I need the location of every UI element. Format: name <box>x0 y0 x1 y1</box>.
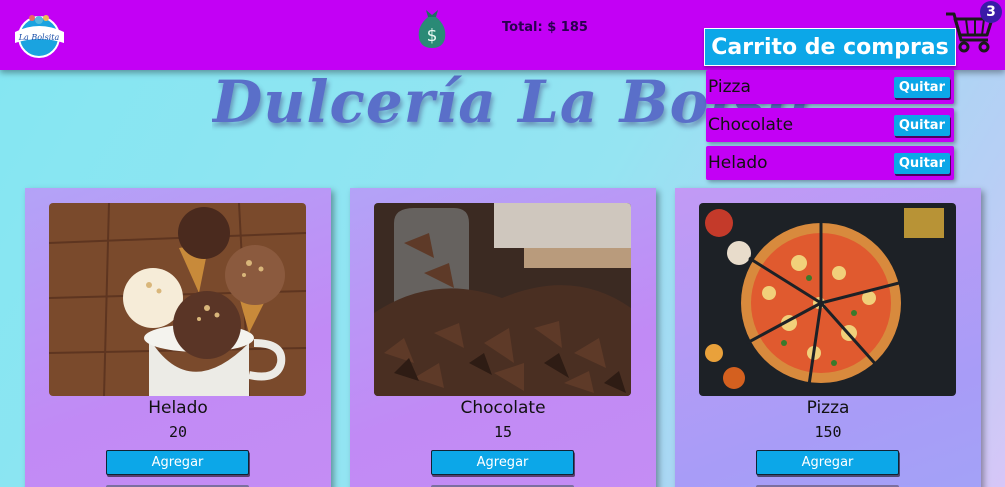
product-card: Chocolate 15 Agregar <box>350 188 656 487</box>
cart-count-badge: 3 <box>980 1 1002 23</box>
product-card: Pizza 150 Agregar <box>675 188 981 487</box>
product-image-ice-cream <box>49 203 306 396</box>
product-image-chocolate <box>374 203 631 396</box>
cart-item-name: Pizza <box>708 77 751 97</box>
product-name: Pizza <box>806 398 850 418</box>
product-name: Helado <box>148 398 208 418</box>
cart-item-name: Helado <box>708 153 768 173</box>
product-price: 15 <box>493 423 513 441</box>
money-bag-icon: $ <box>415 6 449 50</box>
product-card: Helado 20 Agregar <box>25 188 331 487</box>
cart-item: Helado Quitar <box>706 146 954 180</box>
cart-item: Chocolate Quitar <box>706 108 954 142</box>
cart-item-name: Chocolate <box>708 115 794 135</box>
add-to-cart-button[interactable]: Agregar <box>756 450 899 475</box>
remove-button[interactable]: Quitar <box>893 114 950 136</box>
svg-text:$: $ <box>427 26 438 46</box>
product-price: 150 <box>814 423 842 441</box>
cart-title: Carrito de compras <box>704 28 956 66</box>
cart-panel: Carrito de compras Pizza Quitar Chocolat… <box>704 28 956 180</box>
product-image-pizza <box>699 203 956 396</box>
remove-button[interactable]: Quitar <box>893 152 950 174</box>
remove-button[interactable]: Quitar <box>893 76 950 98</box>
order-total: Total: $ 185 <box>502 20 588 35</box>
svg-text:La Bolsita: La Bolsita <box>18 33 60 42</box>
logo[interactable]: La Bolsita <box>12 12 67 58</box>
cart-item: Pizza Quitar <box>706 70 954 104</box>
product-name: Chocolate <box>460 398 546 418</box>
add-to-cart-button[interactable]: Agregar <box>106 450 249 475</box>
product-price: 20 <box>168 423 188 441</box>
add-to-cart-button[interactable]: Agregar <box>431 450 574 475</box>
